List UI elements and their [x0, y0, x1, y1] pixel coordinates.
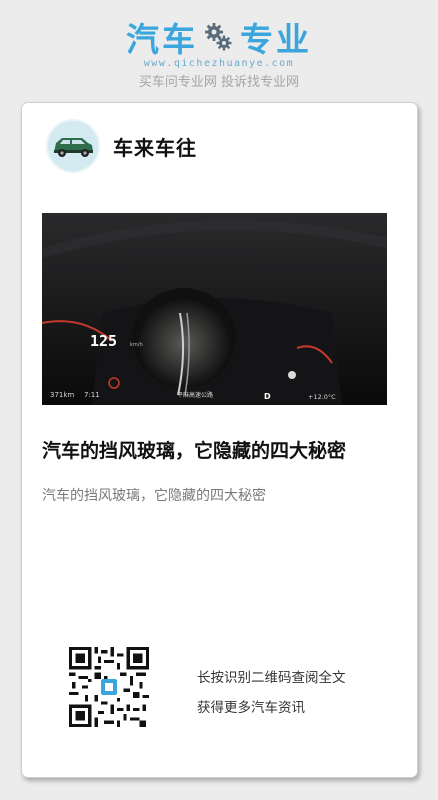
logo-url: www.qichezhuanye.com: [143, 58, 295, 69]
article-summary: 汽车的挡风玻璃，它隐藏的四大秘密: [42, 488, 266, 504]
logo-text-right: 专业: [240, 20, 312, 59]
qr-hint-line-2: 获得更多汽车资讯: [197, 700, 305, 716]
road-name: 平麻高速公路: [177, 391, 213, 399]
gear-readout: D: [264, 392, 271, 401]
temperature-readout: +12.0°C: [308, 393, 336, 401]
qr-hint-line-1: 长按识别二维码查阅全文: [197, 670, 346, 686]
article-image[interactable]: 125 km/h 371km 7:11 平麻高速公路 D +12.0°C: [42, 213, 387, 405]
article-title[interactable]: 汽车的挡风玻璃，它隐藏的四大秘密: [42, 436, 402, 463]
gear-icon: [205, 23, 232, 51]
speed-unit: km/h: [130, 342, 143, 348]
range-readout: 371km: [50, 391, 74, 399]
article-card[interactable]: 车来车往 125 km/h 371km 7:11 平麻高速公路 D +12.0°…: [21, 102, 418, 778]
qr-code[interactable]: [69, 647, 149, 727]
author-name[interactable]: 车来车往: [113, 132, 197, 161]
clock-readout: 7:11: [84, 391, 100, 399]
slogan: 买车问专业网 投诉找专业网: [138, 75, 300, 90]
logo-text-left: 汽车: [126, 20, 198, 59]
site-logo: 汽车 专业 www.qichezhuanye.com 买车问专业网 投诉找专业网: [0, 14, 438, 90]
car-icon: [48, 121, 98, 171]
speed-readout: 125: [90, 332, 117, 350]
avatar[interactable]: [46, 119, 100, 173]
author-row[interactable]: 车来车往: [46, 119, 197, 173]
qr-instructions: 长按识别二维码查阅全文 获得更多汽车资讯: [197, 663, 346, 723]
